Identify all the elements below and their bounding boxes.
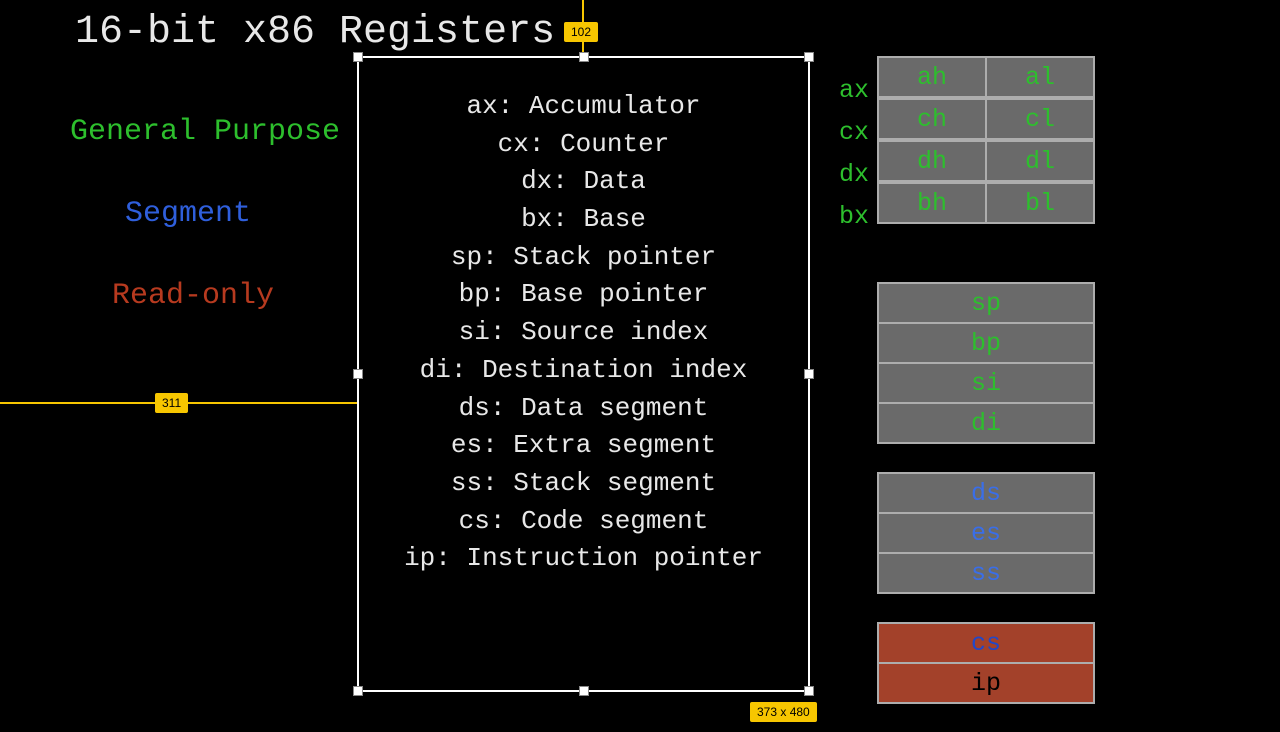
readonly-register-table: cs ip xyxy=(877,622,1095,704)
gp-cell-hi: bh xyxy=(878,183,986,223)
reg-desc: sp: Stack pointer xyxy=(357,239,810,277)
segment-register-table: ds es ss xyxy=(877,472,1095,594)
gp-cell-hi: ah xyxy=(878,57,986,97)
reg-desc: es: Extra segment xyxy=(357,427,810,465)
resize-handle-bottom-left[interactable] xyxy=(353,686,363,696)
gp-row-label: bx xyxy=(833,197,877,237)
gp-cell-lo: cl xyxy=(986,99,1094,139)
reg-desc: bp: Base pointer xyxy=(357,276,810,314)
gp-row-label: dx xyxy=(833,155,877,195)
resize-handle-top-middle[interactable] xyxy=(579,52,589,62)
page-title: 16-bit x86 Registers xyxy=(75,10,555,55)
register-description-list: ax: Accumulator cx: Counter dx: Data bx:… xyxy=(357,88,810,578)
gp-register-table: axahal cxchcl dxdhdl bxbhbl xyxy=(833,56,1095,252)
register-tables: axahal cxchcl dxdhdl bxbhbl sp bp si di … xyxy=(833,56,1095,732)
gp-cell-lo: al xyxy=(986,57,1094,97)
gp-cell-lo: dl xyxy=(986,141,1094,181)
ptr-cell: di xyxy=(878,403,1094,443)
ptr-cell: si xyxy=(878,363,1094,403)
reg-desc: bx: Base xyxy=(357,201,810,239)
reg-desc: cs: Code segment xyxy=(357,503,810,541)
gp-cell-hi: dh xyxy=(878,141,986,181)
gp-row-label: ax xyxy=(833,71,877,111)
gp-cell-hi: ch xyxy=(878,99,986,139)
pointer-register-table: sp bp si di xyxy=(877,282,1095,444)
legend-general-purpose: General Purpose xyxy=(70,115,340,149)
resize-handle-top-left[interactable] xyxy=(353,52,363,62)
legend: General Purpose Segment Read-only xyxy=(70,115,340,361)
seg-cell: ss xyxy=(878,553,1094,593)
resize-handle-bottom-middle[interactable] xyxy=(579,686,589,696)
gp-cell-lo: bl xyxy=(986,183,1094,223)
reg-desc: dx: Data xyxy=(357,163,810,201)
reg-desc: ax: Accumulator xyxy=(357,88,810,126)
ptr-cell: sp xyxy=(878,283,1094,323)
resize-handle-top-right[interactable] xyxy=(804,52,814,62)
gp-row-label: cx xyxy=(833,113,877,153)
legend-read-only: Read-only xyxy=(112,279,340,313)
resize-handle-bottom-right[interactable] xyxy=(804,686,814,696)
reg-desc: ip: Instruction pointer xyxy=(357,540,810,578)
ptr-cell: bp xyxy=(878,323,1094,363)
seg-cell: es xyxy=(878,513,1094,553)
ro-cell-cs: cs xyxy=(878,623,1094,663)
ro-cell-ip: ip xyxy=(878,663,1094,703)
reg-desc: di: Destination index xyxy=(357,352,810,390)
selection-dimensions-tag: 373 x 480 xyxy=(750,702,817,722)
reg-desc: ss: Stack segment xyxy=(357,465,810,503)
reg-desc: cx: Counter xyxy=(357,126,810,164)
reg-desc: ds: Data segment xyxy=(357,390,810,428)
legend-segment: Segment xyxy=(125,197,340,231)
guide-left-offset-tag: 311 xyxy=(155,393,188,413)
seg-cell: ds xyxy=(878,473,1094,513)
guide-top-offset-tag: 102 xyxy=(564,22,598,42)
reg-desc: si: Source index xyxy=(357,314,810,352)
